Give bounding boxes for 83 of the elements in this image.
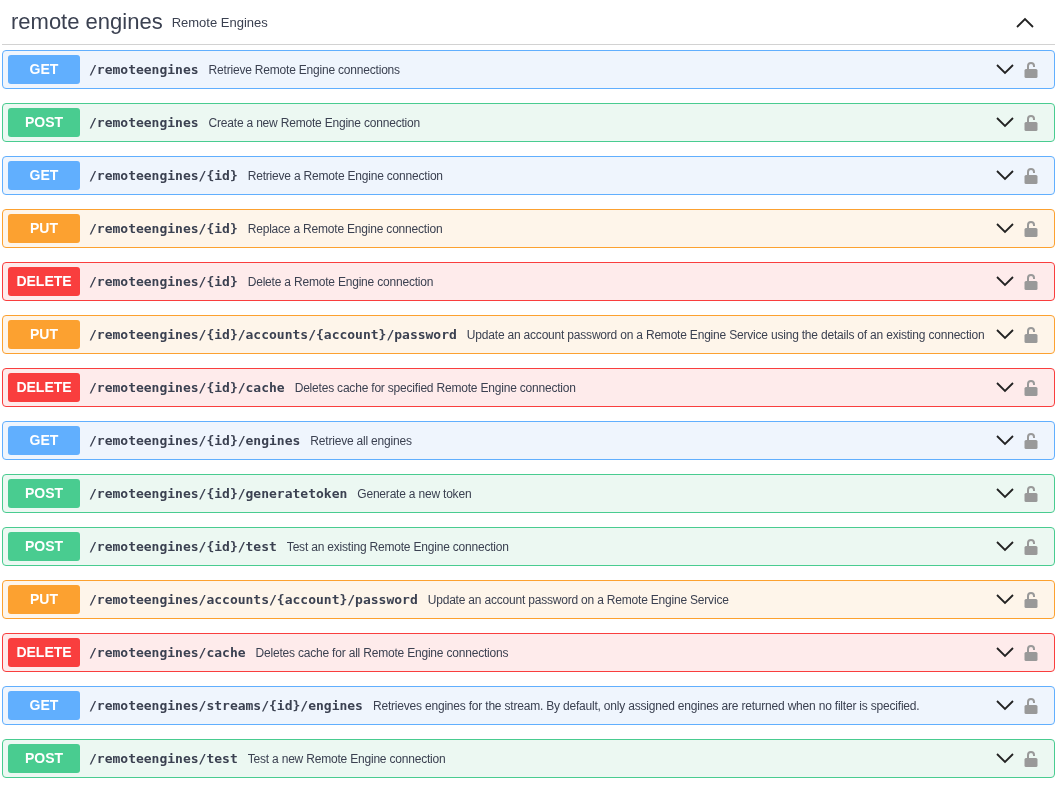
endpoint-path: /remoteengines/{id}: [89, 272, 238, 291]
operation-row[interactable]: PUT /remoteengines/{id} Replace a Remote Engine connection: [2, 209, 1055, 248]
endpoint-summary: Delete a Remote Engine connection: [247, 273, 434, 291]
chevron-down-icon[interactable]: [996, 170, 1014, 181]
section-description: Remote Engines: [171, 14, 268, 33]
operation-row[interactable]: DELETE /remoteengines/{id} Delete a Remote Engine connection: [2, 262, 1055, 301]
method-badge: POST: [8, 744, 80, 773]
unlocked-padlock-icon[interactable]: [1024, 114, 1038, 131]
unlocked-padlock-icon[interactable]: [1024, 220, 1038, 237]
endpoint-path: /remoteengines/{id}/test: [89, 537, 277, 556]
endpoint-summary: Deletes cache for specified Remote Engine connection: [294, 379, 576, 397]
unlocked-padlock-icon[interactable]: [1024, 167, 1038, 184]
endpoint-summary: Test an existing Remote Engine connection: [286, 538, 509, 556]
endpoint-path: /remoteengines/test: [89, 749, 238, 768]
operation-row[interactable]: POST /remoteengines/test Test a new Remote Engine connection: [2, 739, 1055, 778]
unlocked-padlock-icon[interactable]: [1024, 750, 1038, 767]
endpoint-path: /remoteengines/{id}/cache: [89, 378, 285, 397]
method-badge: GET: [8, 691, 80, 720]
method-badge: DELETE: [8, 267, 80, 296]
endpoint-summary: Create a new Remote Engine connection: [208, 114, 420, 132]
endpoint-summary: Test a new Remote Engine connection: [247, 750, 446, 768]
operation-row[interactable]: POST /remoteengines Create a new Remote Engine connection: [2, 103, 1055, 142]
operation-row[interactable]: PUT /remoteengines/accounts/{account}/password Update an account password on a Remote Engine Service: [2, 580, 1055, 619]
chevron-down-icon[interactable]: [996, 541, 1014, 552]
chevron-down-icon[interactable]: [996, 594, 1014, 605]
endpoint-summary: Update an account password on a Remote Engine Service using the details of an existing connection: [466, 326, 985, 344]
method-badge: GET: [8, 426, 80, 455]
endpoint-path: /remoteengines: [89, 60, 199, 79]
endpoint-summary: Update an account password on a Remote Engine Service: [427, 591, 729, 609]
operation-row[interactable]: POST /remoteengines/{id}/generatetoken Generate a new token: [2, 474, 1055, 513]
chevron-down-icon[interactable]: [996, 435, 1014, 446]
unlocked-padlock-icon[interactable]: [1024, 591, 1038, 608]
method-badge: GET: [8, 161, 80, 190]
operation-row[interactable]: PUT /remoteengines/{id}/accounts/{account}/password Update an account password on a Remote Engine Service using the details of an existing connection: [2, 315, 1055, 354]
chevron-down-icon[interactable]: [996, 753, 1014, 764]
unlocked-padlock-icon[interactable]: [1024, 61, 1038, 78]
chevron-down-icon[interactable]: [996, 329, 1014, 340]
chevron-down-icon[interactable]: [996, 700, 1014, 711]
endpoint-summary: Deletes cache for all Remote Engine connections: [255, 644, 509, 662]
endpoint-path: /remoteengines/{id}/generatetoken: [89, 484, 348, 503]
method-badge: PUT: [8, 214, 80, 243]
endpoint-path: /remoteengines/{id}/accounts/{account}/password: [89, 325, 457, 344]
method-badge: GET: [8, 55, 80, 84]
unlocked-padlock-icon[interactable]: [1024, 538, 1038, 555]
chevron-down-icon[interactable]: [996, 647, 1014, 658]
operation-row[interactable]: DELETE /remoteengines/{id}/cache Deletes cache for specified Remote Engine connection: [2, 368, 1055, 407]
endpoint-summary: Retrieves engines for the stream. By default, only assigned engines are returned when no filter is specified.: [372, 697, 920, 715]
chevron-down-icon[interactable]: [996, 64, 1014, 75]
method-badge: POST: [8, 532, 80, 561]
endpoint-path: /remoteengines/{id}/engines: [89, 431, 301, 450]
operation-row[interactable]: GET /remoteengines/{id} Retrieve a Remote Engine connection: [2, 156, 1055, 195]
endpoint-summary: Generate a new token: [357, 485, 472, 503]
endpoint-path: /remoteengines/streams/{id}/engines: [89, 696, 363, 715]
chevron-down-icon[interactable]: [996, 276, 1014, 287]
endpoint-path: /remoteengines: [89, 113, 199, 132]
chevron-down-icon[interactable]: [996, 223, 1014, 234]
method-badge: POST: [8, 479, 80, 508]
section-title: remote engines: [11, 11, 163, 33]
endpoint-summary: Retrieve a Remote Engine connection: [247, 167, 443, 185]
operation-row[interactable]: GET /remoteengines/streams/{id}/engines Retrieves engines for the stream. By default, only assigned engines are returned when no filter is specified.: [2, 686, 1055, 725]
method-badge: PUT: [8, 320, 80, 349]
endpoint-path: /remoteengines/accounts/{account}/password: [89, 590, 418, 609]
endpoint-summary: Retrieve all engines: [310, 432, 412, 450]
unlocked-padlock-icon[interactable]: [1024, 697, 1038, 714]
operation-row[interactable]: POST /remoteengines/{id}/test Test an existing Remote Engine connection: [2, 527, 1055, 566]
operation-row[interactable]: DELETE /remoteengines/cache Deletes cache for all Remote Engine connections: [2, 633, 1055, 672]
method-badge: DELETE: [8, 638, 80, 667]
chevron-down-icon[interactable]: [996, 117, 1014, 128]
method-badge: DELETE: [8, 373, 80, 402]
endpoint-path: /remoteengines/{id}: [89, 219, 238, 238]
operation-row[interactable]: GET /remoteengines Retrieve Remote Engine connections: [2, 50, 1055, 89]
endpoint-summary: Retrieve Remote Engine connections: [208, 61, 400, 79]
endpoint-summary: Replace a Remote Engine connection: [247, 220, 443, 238]
endpoint-path: /remoteengines/cache: [89, 643, 246, 662]
unlocked-padlock-icon[interactable]: [1024, 485, 1038, 502]
unlocked-padlock-icon[interactable]: [1024, 432, 1038, 449]
method-badge: POST: [8, 108, 80, 137]
chevron-down-icon[interactable]: [996, 488, 1014, 499]
operation-row[interactable]: GET /remoteengines/{id}/engines Retrieve all engines: [2, 421, 1055, 460]
method-badge: PUT: [8, 585, 80, 614]
unlocked-padlock-icon[interactable]: [1024, 326, 1038, 343]
chevron-down-icon[interactable]: [996, 382, 1014, 393]
endpoint-path: /remoteengines/{id}: [89, 166, 238, 185]
